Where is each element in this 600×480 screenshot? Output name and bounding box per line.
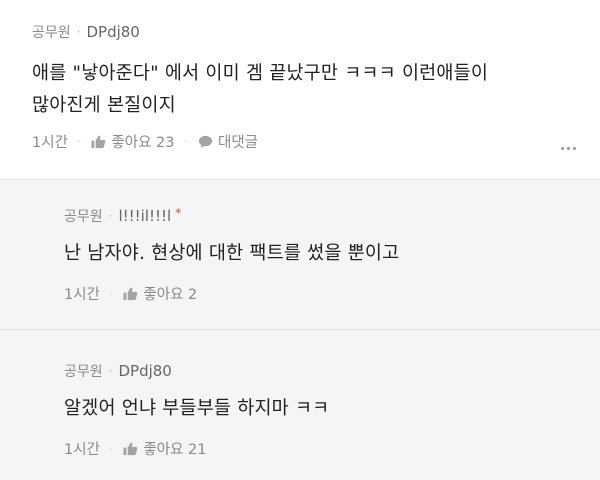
like-count-label: 좋아요 21 bbox=[143, 442, 207, 458]
reply-label: 대댓글 bbox=[218, 135, 259, 151]
action-separator: · bbox=[109, 287, 114, 300]
reply-meta: 공무원 · DPdj80 bbox=[64, 361, 172, 381]
comment-body: 애를 "낳아준다" 에서 이미 겜 끝났구만 ㅋㅋㅋ 이런애들이 많아진게 본질… bbox=[32, 58, 488, 122]
meta-separator: · bbox=[108, 209, 113, 223]
author-label: 공무원 bbox=[64, 364, 103, 380]
comment-actions: 1시간 · 좋아요 23 · 대댓글 bbox=[32, 131, 258, 152]
action-separator: · bbox=[77, 135, 82, 148]
reply-item: 공무원 · l!!!il!!!l * 난 남자야. 현상에 대한 팩트를 썼을 … bbox=[0, 180, 600, 330]
timestamp: 1시간 bbox=[64, 287, 100, 303]
action-separator: · bbox=[109, 442, 114, 455]
reply-body: 난 남자야. 현상에 대한 팩트를 썼을 뿐이고 bbox=[64, 243, 400, 264]
like-count-label: 좋아요 23 bbox=[111, 135, 175, 151]
author-label: 공무원 bbox=[32, 25, 71, 41]
author-badge: * bbox=[175, 206, 182, 220]
meta-separator: · bbox=[76, 25, 81, 39]
comment-line: 많아진게 본질이지 bbox=[32, 95, 176, 116]
comment-meta: 공무원 · DPdj80 bbox=[32, 22, 140, 42]
reply-actions: 1시간 · 좋아요 21 bbox=[64, 438, 207, 459]
more-options-button[interactable] bbox=[561, 147, 576, 150]
timestamp: 1시간 bbox=[32, 135, 68, 151]
comment-item: 공무원 · DPdj80 애를 "낳아준다" 에서 이미 겜 끝났구만 ㅋㅋㅋ … bbox=[0, 0, 600, 180]
thumbs-up-icon bbox=[123, 442, 138, 455]
nickname[interactable]: DPdj80 bbox=[118, 362, 171, 380]
nickname[interactable]: DPdj80 bbox=[86, 23, 139, 41]
more-dots-icon bbox=[573, 147, 576, 150]
like-button[interactable]: 좋아요 23 bbox=[91, 131, 175, 152]
reply-body: 알겠어 언냐 부들부들 하지마 ㅋㅋ bbox=[64, 398, 330, 419]
more-dots-icon bbox=[567, 147, 570, 150]
reply-button[interactable]: 대댓글 bbox=[198, 131, 258, 152]
action-separator: · bbox=[184, 135, 189, 148]
reply-meta: 공무원 · l!!!il!!!l * bbox=[64, 206, 181, 226]
meta-separator: · bbox=[108, 364, 113, 378]
nickname[interactable]: l!!!il!!!l bbox=[118, 207, 171, 225]
like-button[interactable]: 좋아요 2 bbox=[123, 283, 197, 304]
timestamp: 1시간 bbox=[64, 442, 100, 458]
more-dots-icon bbox=[561, 147, 564, 150]
reply-actions: 1시간 · 좋아요 2 bbox=[64, 283, 197, 304]
like-button[interactable]: 좋아요 21 bbox=[123, 438, 207, 459]
comment-thread: 공무원 · DPdj80 애를 "낳아준다" 에서 이미 겜 끝났구만 ㅋㅋㅋ … bbox=[0, 0, 600, 480]
speech-bubble-icon bbox=[198, 135, 213, 148]
thumbs-up-icon bbox=[123, 287, 138, 300]
thumbs-up-icon bbox=[91, 135, 106, 148]
author-label: 공무원 bbox=[64, 209, 103, 225]
comment-line: 애를 "낳아준다" 에서 이미 겜 끝났구만 ㅋㅋㅋ 이런애들이 bbox=[32, 63, 489, 84]
like-count-label: 좋아요 2 bbox=[143, 287, 198, 303]
reply-item: 공무원 · DPdj80 알겠어 언냐 부들부들 하지마 ㅋㅋ 1시간 · 좋아… bbox=[0, 331, 600, 480]
